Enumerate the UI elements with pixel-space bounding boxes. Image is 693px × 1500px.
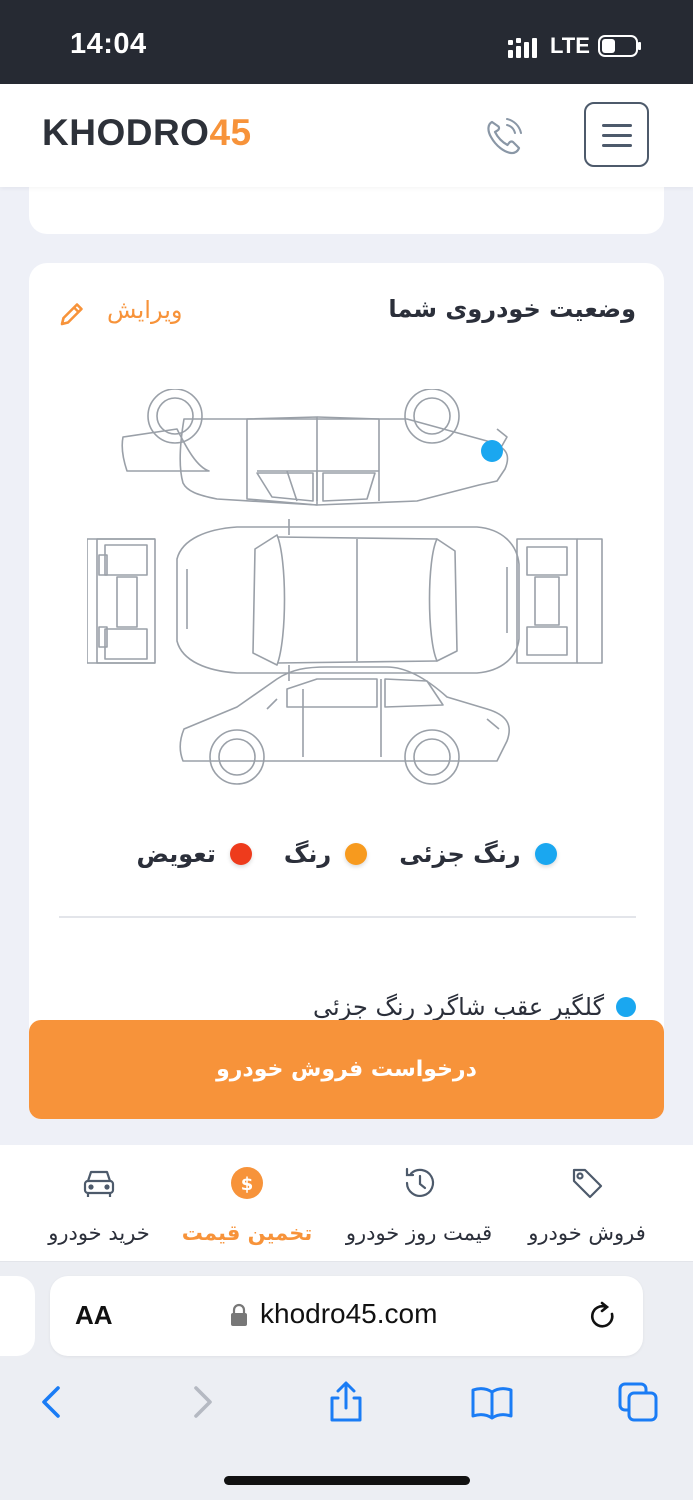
bottom-nav: فروش خودرو قیمت روز خودرو $ تخمین قیمت خ… — [0, 1145, 693, 1262]
nav-item-buy-car[interactable]: خرید خودرو — [14, 1163, 184, 1245]
battery-icon — [598, 35, 641, 57]
browser-toolbar: AA khodro45.com — [0, 1262, 693, 1500]
damage-legend: رنگ جزئی رنگ تعویض — [29, 837, 664, 871]
bookmarks-icon[interactable] — [470, 1380, 514, 1424]
request-sale-button[interactable]: درخواست فروش خودرو — [29, 1020, 664, 1119]
reload-icon[interactable] — [588, 1300, 618, 1332]
damage-dot — [616, 997, 636, 1017]
car-side-view-top — [121, 389, 509, 506]
home-indicator — [224, 1476, 470, 1485]
address-bar[interactable]: AA khodro45.com — [50, 1276, 643, 1356]
car-side-view-bottom — [179, 666, 511, 785]
khodro45-logo[interactable]: KHODRO45 — [42, 112, 252, 154]
nav-item-daily-price[interactable]: قیمت روز خودرو — [334, 1163, 504, 1245]
dollar-circle-icon: $ — [231, 1167, 263, 1199]
legend-dot-replacement — [229, 843, 252, 865]
network-type: LTE — [550, 33, 590, 58]
tabs-icon[interactable] — [616, 1380, 660, 1424]
edit-link[interactable]: ویرایش — [107, 296, 182, 324]
history-clock-icon — [405, 1167, 435, 1197]
signal-icon — [508, 38, 537, 58]
car-damage-diagram — [87, 389, 603, 785]
nav-item-sell-car[interactable]: فروش خودرو — [502, 1163, 672, 1245]
pencil-icon[interactable] — [57, 299, 87, 329]
previous-tab-preview[interactable] — [0, 1276, 35, 1356]
status-time: 14:04 — [70, 28, 147, 60]
phone-icon[interactable] — [482, 114, 526, 158]
car-top-view — [176, 519, 520, 681]
legend-partial-paint: رنگ جزئی — [399, 837, 557, 871]
url-text[interactable]: khodro45.com — [260, 1298, 437, 1330]
hamburger-menu-button[interactable] — [584, 102, 649, 167]
damage-list-item: گلگیر عقب شاگرد رنگ جزئی — [313, 993, 636, 1021]
tag-icon — [572, 1168, 603, 1199]
legend-replacement: تعویض — [136, 837, 252, 871]
legend-dot-partial-paint — [534, 843, 557, 865]
legend-paint: رنگ — [284, 837, 368, 871]
forward-icon[interactable] — [180, 1380, 224, 1424]
site-header: KHODRO45 — [0, 84, 693, 187]
svg-text:$: $ — [241, 1174, 254, 1195]
lock-icon — [231, 1303, 247, 1326]
divider — [59, 916, 636, 918]
car-status-card: وضعیت خودروی شما ویرایش رنگ جزئی رنگ تعو… — [29, 263, 664, 1063]
share-icon[interactable] — [324, 1380, 368, 1424]
status-bar: 14:04 LTE — [0, 0, 693, 84]
legend-dot-paint — [345, 843, 368, 865]
text-size-button[interactable]: AA — [75, 1300, 113, 1331]
damage-marker — [481, 440, 503, 462]
card-title: وضعیت خودروی شما — [388, 295, 636, 323]
car-icon — [83, 1170, 115, 1197]
car-front-view — [87, 538, 156, 664]
nav-item-price-estimate[interactable]: $ تخمین قیمت — [162, 1163, 332, 1245]
car-rear-view — [516, 538, 603, 664]
back-icon[interactable] — [30, 1380, 74, 1424]
